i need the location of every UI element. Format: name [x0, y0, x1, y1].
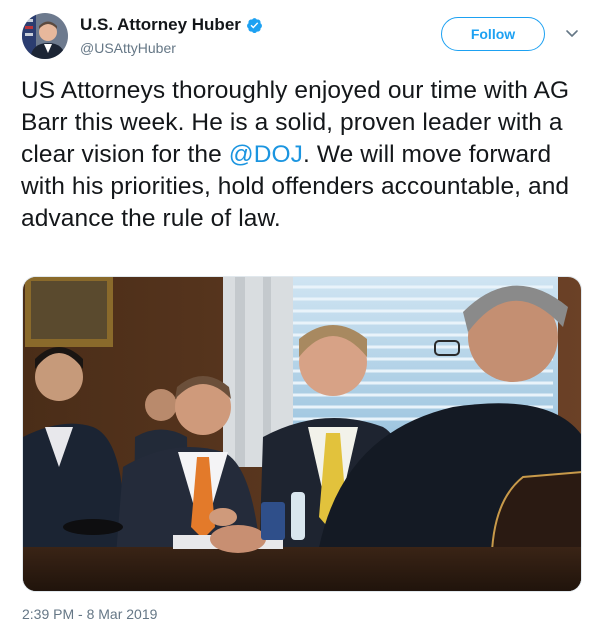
tweet-photo[interactable]: [22, 276, 582, 592]
author-handle[interactable]: @USAttyHuber: [80, 40, 176, 56]
tweet-card: U.S. Attorney Huber @USAttyHuber Follow …: [0, 0, 595, 626]
author-display-name[interactable]: U.S. Attorney Huber: [80, 15, 241, 35]
chevron-down-icon[interactable]: [565, 28, 579, 40]
tweet-text: US Attorneys thoroughly enjoyed our time…: [21, 75, 581, 235]
mention-link[interactable]: @DOJ: [229, 141, 303, 168]
tweet-timestamp[interactable]: 2:39 PM - 8 Mar 2019: [22, 606, 157, 622]
author-name-row[interactable]: U.S. Attorney Huber: [80, 15, 263, 35]
avatar[interactable]: [22, 13, 68, 59]
verified-badge-icon: [246, 17, 262, 33]
follow-button[interactable]: Follow: [441, 17, 545, 51]
